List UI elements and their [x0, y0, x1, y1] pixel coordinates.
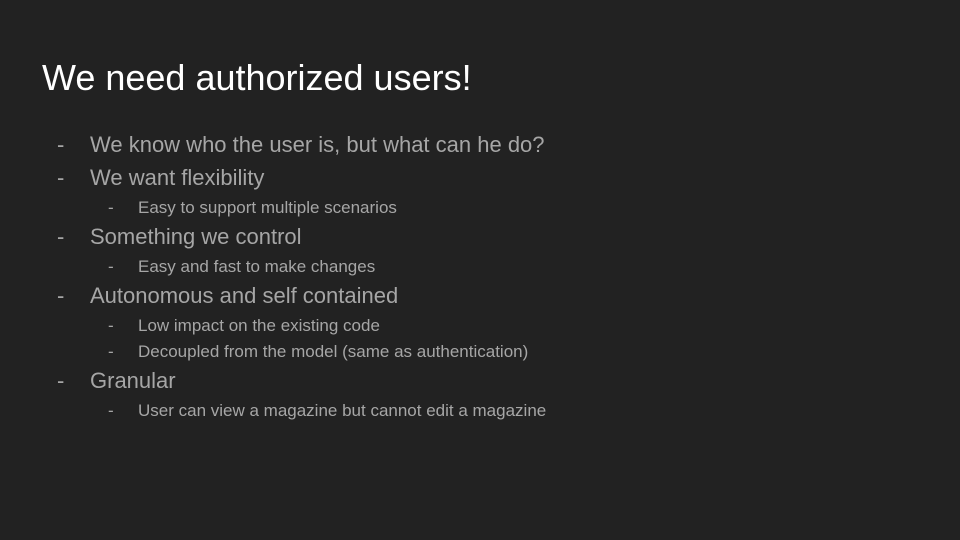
bullet-dash: - — [57, 283, 65, 308]
sub-bullet-text: Low impact on the existing code — [138, 316, 380, 335]
bullet-dash: - — [57, 224, 65, 249]
sub-bullet-dash: - — [108, 401, 114, 420]
bullet-text: Autonomous and self contained — [90, 283, 399, 308]
slide: We need authorized users! - We know who … — [0, 0, 960, 540]
sub-bullet-text: Decoupled from the model (same as authen… — [138, 342, 529, 361]
slide-title: We need authorized users! — [42, 57, 472, 98]
bullet-text: We know who the user is, but what can he… — [90, 132, 545, 157]
sub-bullet-text: Easy and fast to make changes — [138, 257, 376, 276]
bullet-text: We want flexibility — [90, 165, 265, 190]
sub-bullet-dash: - — [108, 316, 114, 335]
sub-bullet-text: Easy to support multiple scenarios — [138, 198, 397, 217]
sub-bullet-dash: - — [108, 257, 114, 276]
sub-bullet-text: User can view a magazine but cannot edit… — [138, 401, 547, 420]
bullet-dash: - — [57, 368, 65, 393]
bullet-dash: - — [57, 165, 65, 190]
bullet-text: Granular — [90, 368, 176, 393]
sub-bullet-dash: - — [108, 342, 114, 361]
bullet-text: Something we control — [90, 224, 302, 249]
bullet-dash: - — [57, 132, 65, 157]
sub-bullet-dash: - — [108, 198, 114, 217]
